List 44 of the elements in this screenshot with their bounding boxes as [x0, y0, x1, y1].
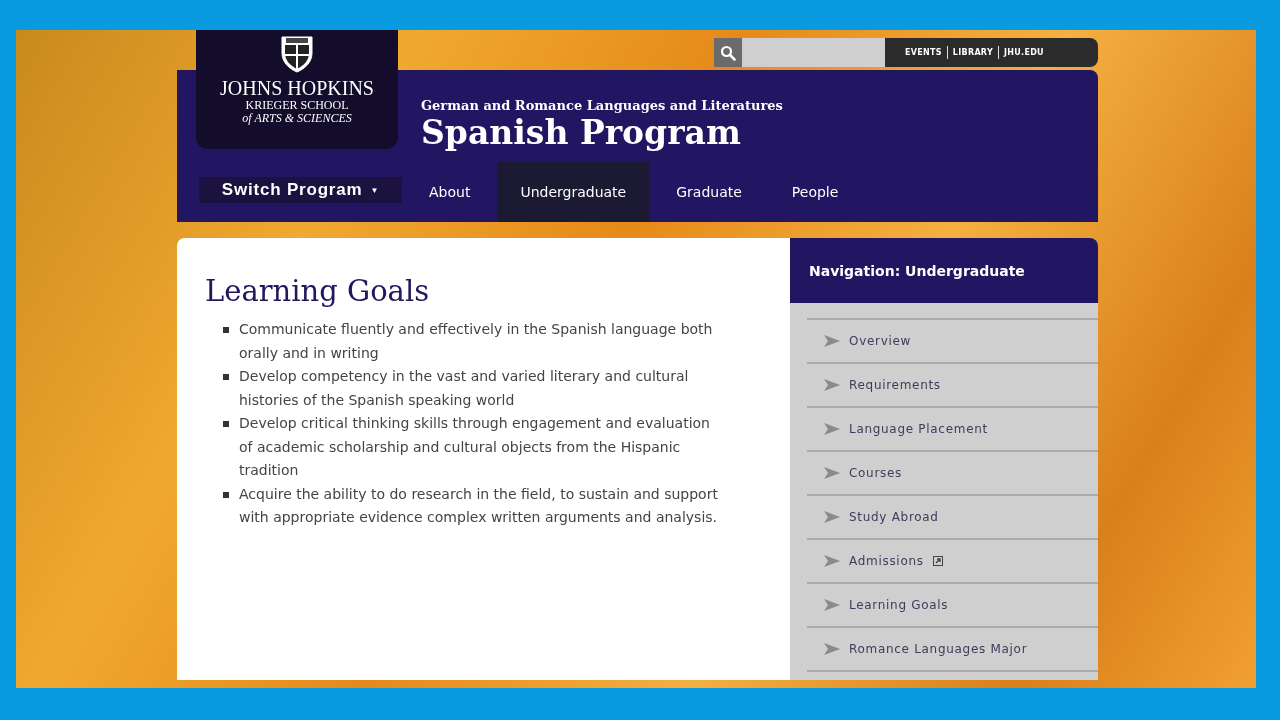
bullet-icon: [223, 491, 229, 498]
sidebar-header: Navigation: Undergraduate: [790, 238, 1098, 303]
sidebar-link[interactable]: Admissions: [849, 554, 924, 568]
nav-tab[interactable]: People: [768, 162, 862, 222]
arrow-icon: [824, 335, 840, 347]
logo-subtitle: KRIEGER SCHOOL: [245, 99, 349, 113]
utility-link[interactable]: EVENTS: [905, 48, 942, 57]
arrow-icon: [824, 423, 840, 435]
goal-text: Communicate fluently and effectively in the Spanish language both orally and in writing: [239, 320, 714, 363]
logo-subtitle: of ARTS & SCIENCES: [242, 112, 352, 126]
utility-link[interactable]: LIBRARY: [952, 48, 993, 57]
sidebar-link[interactable]: Study Abroad: [849, 510, 939, 524]
arrow-icon: [824, 467, 840, 479]
nav-tab[interactable]: Graduate: [653, 162, 765, 222]
search-field[interactable]: [742, 38, 885, 67]
arrow-icon: [824, 511, 840, 523]
department-name: German and Romance Languages and Literatures: [421, 98, 783, 113]
bullet-icon: [223, 327, 229, 333]
arrow-icon: [824, 555, 840, 567]
utility-link[interactable]: JHU.EDU: [1004, 48, 1044, 57]
program-title: Spanish Program: [421, 113, 742, 153]
nav-tab[interactable]: Undergraduate: [497, 162, 650, 222]
search-icon: [720, 44, 736, 61]
goal-text: Develop critical thinking skills through engagement and evaluation of academic scholarship and cultural objects from the Hispanic tradition: [239, 414, 711, 480]
goal-text: Acquire the ability to do research in the field, to sustain and support with appropriate evidence complex written arguments and analysis.: [239, 484, 719, 527]
university-logo[interactable]: JOHNS HOPKINS KRIEGER SCHOOL of ARTS & SCIENCES: [196, 30, 398, 149]
shield-icon: [280, 33, 314, 73]
nav-tab[interactable]: About: [406, 162, 494, 222]
bullet-icon: [223, 374, 229, 380]
sidebar-link[interactable]: Courses: [849, 466, 903, 480]
page-title: Learning Goals: [205, 274, 431, 308]
sidebar-link[interactable]: Overview: [849, 334, 912, 348]
sidebar-link[interactable]: Language Placement: [849, 422, 988, 436]
sidebar-link[interactable]: Requirements: [849, 378, 941, 392]
switch-program-dropdown[interactable]: Switch Program ▼: [199, 177, 402, 203]
logo-title: JOHNS HOPKINS: [220, 77, 374, 99]
arrow-icon: [824, 379, 840, 391]
goal-text: Develop competency in the vast and varied literary and cultural histories of the Spanish speaking world: [239, 367, 690, 410]
arrow-icon: [824, 643, 840, 655]
arrow-icon: [824, 599, 840, 611]
sidebar-link[interactable]: Learning Goals: [849, 598, 949, 612]
bullet-icon: [223, 421, 229, 427]
sidebar-link[interactable]: Romance Languages Major: [849, 642, 1028, 656]
search-button[interactable]: [714, 38, 742, 67]
